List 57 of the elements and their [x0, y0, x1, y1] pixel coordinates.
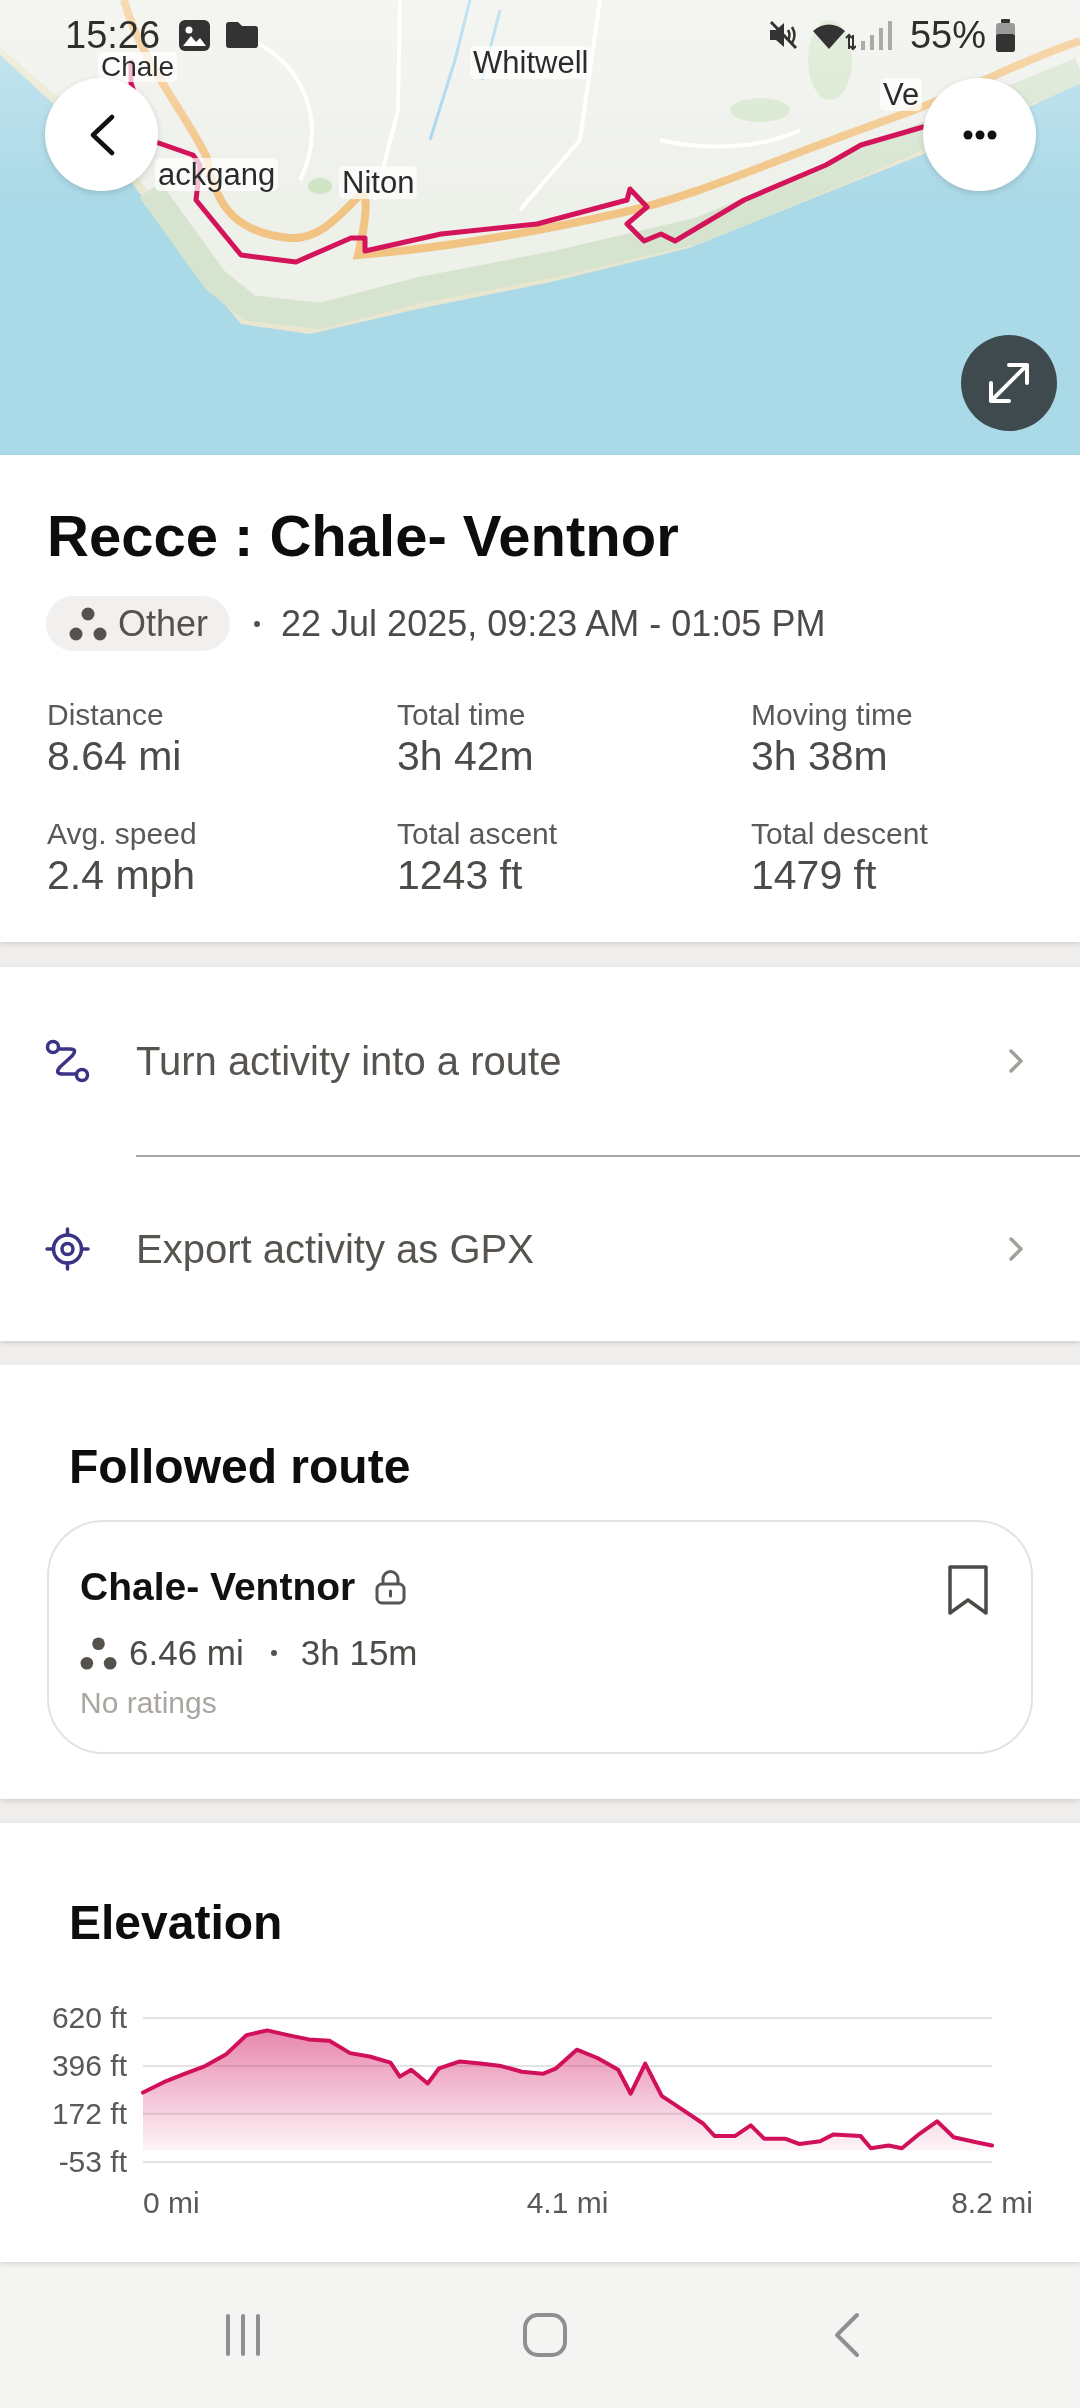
stat-label: Total ascent: [397, 816, 558, 852]
separator-dot-icon: [270, 1650, 277, 1656]
target-icon: [45, 1227, 90, 1271]
chevron-right-icon: [1008, 1236, 1024, 1262]
activity-date: 22 Jul 2025, 09:23 AM - 01:05 PM: [281, 603, 826, 644]
x-axis-label: 4.1 mi: [526, 2186, 609, 2219]
image-icon: [179, 19, 211, 51]
battery-icon: [995, 18, 1016, 52]
activity-title: Recce : Chale- Ventnor: [47, 502, 679, 570]
home-icon[interactable]: [523, 2313, 567, 2357]
activity-type-label: Other: [118, 603, 209, 644]
x-axis-label: 0 mi: [143, 2186, 200, 2219]
three-dots-icon: [69, 606, 107, 641]
map-label: Niton: [339, 166, 418, 199]
action-row[interactable]: Turn activity into a route: [0, 967, 1080, 1155]
more-icon: [962, 129, 997, 140]
map-label: ackgang: [155, 158, 279, 191]
stat-value: 8.64 mi: [47, 733, 182, 779]
three-dots-icon: [80, 1636, 117, 1670]
stat-label: Total time: [397, 697, 526, 733]
route-duration: 3h 15m: [300, 1632, 418, 1674]
mute-icon: [767, 20, 798, 50]
route-rating: No ratings: [80, 1685, 217, 1721]
stat-value: 2.4 mph: [47, 852, 196, 898]
stat-label: Moving time: [751, 697, 913, 733]
stat-value: 3h 38m: [751, 733, 888, 779]
recent-apps-icon[interactable]: [224, 2313, 262, 2357]
status-time: 15:26: [65, 18, 161, 52]
signal-icon: [858, 19, 894, 51]
stat-label: Total descent: [751, 816, 928, 852]
map-label: Chale: [98, 52, 178, 82]
back-icon: [88, 113, 115, 156]
stat-value: 1479 ft: [751, 852, 877, 898]
action-row[interactable]: Export activity as GPX: [0, 1157, 1080, 1341]
battery-percent: 55%: [909, 18, 986, 52]
y-axis-label: 396 ft: [51, 2048, 127, 2082]
stat-value: 1243 ft: [397, 852, 523, 898]
section-heading: Followed route: [69, 1439, 411, 1495]
route-name: Chale- Ventnor: [80, 1564, 356, 1610]
chevron-right-icon: [1008, 1048, 1024, 1074]
map-label: Whitwell: [470, 46, 592, 79]
bookmark-icon[interactable]: [946, 1563, 990, 1617]
stat-value: 3h 42m: [397, 733, 534, 779]
x-axis-label: 8.2 mi: [951, 2186, 1033, 2219]
y-axis-label: 172 ft: [51, 2096, 127, 2130]
back-icon[interactable]: [834, 2312, 860, 2358]
section-heading: Elevation: [69, 1895, 283, 1951]
route-card[interactable]: Chale- Ventnor 6.46 mi 3h 15m No ratings: [47, 1520, 1033, 1754]
folder-icon: [226, 22, 259, 48]
stat-label: Avg. speed: [47, 816, 197, 852]
route-icon: [45, 1039, 90, 1083]
y-axis-label: 620 ft: [51, 2001, 127, 2034]
y-axis-label: -53 ft: [58, 2145, 127, 2178]
map-label: Ve: [880, 78, 923, 111]
stat-label: Distance: [47, 697, 164, 733]
separator-dot-icon: [254, 620, 261, 627]
route-distance: 6.46 mi: [129, 1632, 244, 1674]
